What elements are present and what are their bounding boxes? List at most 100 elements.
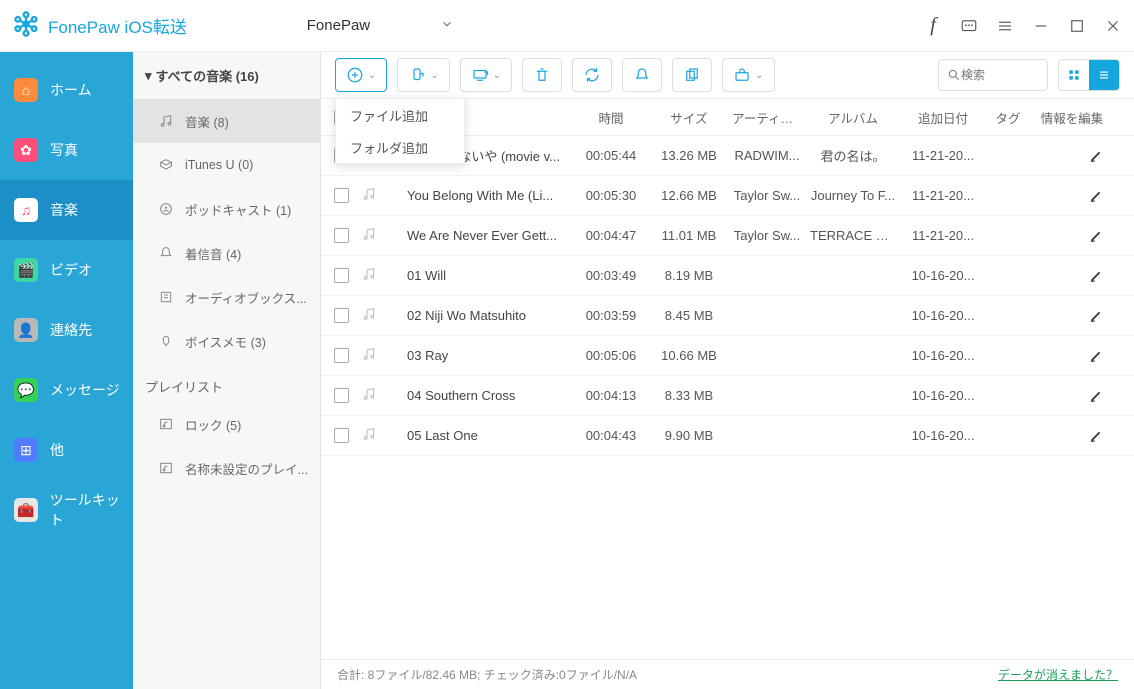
cell-time: 00:04:13: [572, 388, 650, 403]
row-checkbox[interactable]: [334, 388, 349, 403]
sub-item-label: 音楽 (8): [185, 112, 229, 131]
table-row[interactable]: 01 Will 00:03:49 8.19 MB 10-16-20...: [321, 256, 1134, 296]
subpanel-header[interactable]: ▾ すべての音楽 (16): [133, 52, 320, 99]
table-row[interactable]: We Are Never Ever Gett... 00:04:47 11.01…: [321, 216, 1134, 256]
edit-row-button[interactable]: [1030, 188, 1134, 203]
row-checkbox[interactable]: [334, 428, 349, 443]
dropdown-item-0[interactable]: ファイル追加: [336, 99, 464, 131]
sub-item-icon: [157, 112, 175, 130]
edit-row-button[interactable]: [1030, 148, 1134, 163]
refresh-button[interactable]: [572, 58, 612, 92]
cell-size: 12.66 MB: [650, 188, 728, 203]
edit-row-button[interactable]: [1030, 228, 1134, 243]
delete-button[interactable]: [522, 58, 562, 92]
sidebar-item-6[interactable]: ⊞他: [0, 420, 133, 480]
search-icon: [947, 68, 961, 82]
sidebar-item-4[interactable]: 👤連絡先: [0, 300, 133, 360]
sidebar-item-5[interactable]: 💬 メッセージ: [0, 360, 133, 420]
table-row[interactable]: 04 Southern Cross 00:04:13 8.33 MB 10-16…: [321, 376, 1134, 416]
cell-time: 00:04:43: [572, 428, 650, 443]
sidebar-item-3[interactable]: 🎬ビデオ: [0, 240, 133, 300]
cell-name: 04 Southern Cross: [407, 388, 572, 403]
header-tag[interactable]: タグ: [986, 108, 1030, 127]
add-button[interactable]: ⌄: [335, 58, 387, 92]
minimize-button[interactable]: [1032, 17, 1050, 35]
titlebar: FonePaw iOS転送 FonePaw f: [0, 0, 1134, 52]
sidebar-item-2[interactable]: ♫音楽: [0, 180, 133, 240]
sub-item-0[interactable]: 音楽 (8): [133, 99, 320, 143]
row-checkbox[interactable]: [334, 268, 349, 283]
status-summary: 合計: 8ファイル/82.46 MB; チェック済み:0ファイル/N/A: [337, 666, 637, 683]
maximize-button[interactable]: [1068, 17, 1086, 35]
dropdown-item-1[interactable]: フォルダ追加: [336, 131, 464, 163]
music-note-icon: [361, 346, 407, 365]
edit-row-button[interactable]: [1030, 308, 1134, 323]
edit-row-button[interactable]: [1030, 428, 1134, 443]
sidebar-icon: ⌂: [14, 78, 38, 102]
edit-row-button[interactable]: [1030, 388, 1134, 403]
export-pc-button[interactable]: ⌄: [460, 58, 512, 92]
toolbox-button[interactable]: ⌄: [722, 58, 774, 92]
sidebar-icon: 💬: [14, 378, 38, 402]
data-lost-link[interactable]: データが消えました？: [998, 666, 1118, 683]
sub-item-2[interactable]: ポッドキャスト (1): [133, 187, 320, 231]
sidebar-item-0[interactable]: ⌂ ホーム: [0, 60, 133, 120]
playlist-item-1[interactable]: 名称未設定のプレイ...: [133, 446, 320, 490]
header-artist[interactable]: アーティスト: [728, 108, 806, 127]
export-device-button[interactable]: ⌄: [397, 58, 449, 92]
facebook-icon[interactable]: f: [924, 17, 942, 35]
search-input[interactable]: [961, 68, 1031, 82]
header-size[interactable]: サイズ: [650, 108, 728, 127]
search-box[interactable]: [938, 59, 1048, 91]
menu-icon[interactable]: [996, 17, 1014, 35]
cell-date: 10-16-20...: [900, 428, 986, 443]
ringtone-button[interactable]: [622, 58, 662, 92]
sub-item-1[interactable]: iTunes U (0): [133, 143, 320, 187]
sidebar-icon: ✿: [14, 138, 38, 162]
sidebar-label: メッセージ: [50, 380, 120, 400]
table-row[interactable]: 02 Niji Wo Matsuhito 00:03:59 8.45 MB 10…: [321, 296, 1134, 336]
cell-artist: Taylor Sw...: [728, 228, 806, 243]
duplicate-button[interactable]: [672, 58, 712, 92]
device-selector[interactable]: FonePaw: [281, 11, 470, 40]
cell-album: Journey To F...: [806, 188, 900, 203]
music-subpanel: ▾ すべての音楽 (16) 音楽 (8) iTunes U (0)ポッドキャスト …: [133, 52, 321, 689]
sidebar-item-7[interactable]: 🧰ツールキット: [0, 480, 133, 540]
feedback-icon[interactable]: [960, 17, 978, 35]
sub-item-3[interactable]: 着信音 (4): [133, 231, 320, 275]
sub-item-label: オーディオブックス...: [185, 288, 307, 307]
cell-name: 02 Niji Wo Matsuhito: [407, 308, 572, 323]
cell-time: 00:03:59: [572, 308, 650, 323]
sub-item-label: ボイスメモ (3): [185, 332, 266, 351]
cell-size: 10.66 MB: [650, 348, 728, 363]
row-checkbox[interactable]: [334, 348, 349, 363]
header-date[interactable]: 追加日付: [900, 108, 986, 127]
table-row[interactable]: 05 Last One 00:04:43 9.90 MB 10-16-20...: [321, 416, 1134, 456]
chevron-down-icon: ⌄: [368, 70, 376, 81]
edit-row-button[interactable]: [1030, 348, 1134, 363]
edit-row-button[interactable]: [1030, 268, 1134, 283]
grid-view-button[interactable]: [1059, 60, 1089, 90]
close-button[interactable]: [1104, 17, 1122, 35]
cell-album: 君の名は。: [806, 146, 900, 165]
sub-item-4[interactable]: オーディオブックス...: [133, 275, 320, 319]
header-album[interactable]: アルバム: [806, 108, 900, 127]
cell-size: 11.01 MB: [650, 228, 728, 243]
sub-item-icon: [157, 156, 175, 174]
cell-album: TERRACE HO...: [806, 228, 900, 243]
sidebar-item-1[interactable]: ✿写真: [0, 120, 133, 180]
playlist-item-0[interactable]: ロック (5): [133, 402, 320, 446]
sub-item-label: 着信音 (4): [185, 244, 241, 263]
row-checkbox[interactable]: [334, 228, 349, 243]
header-time[interactable]: 時間: [572, 108, 650, 127]
row-checkbox[interactable]: [334, 188, 349, 203]
table-row[interactable]: You Belong With Me (Li... 00:05:30 12.66…: [321, 176, 1134, 216]
sidebar-label: ホーム: [50, 80, 92, 100]
table-row[interactable]: 03 Ray 00:05:06 10.66 MB 10-16-20...: [321, 336, 1134, 376]
sub-item-5[interactable]: ボイスメモ (3): [133, 319, 320, 363]
list-view-button[interactable]: [1089, 60, 1119, 90]
cell-time: 00:05:44: [572, 148, 650, 163]
playlist-icon: [157, 415, 175, 433]
row-checkbox[interactable]: [334, 308, 349, 323]
header-edit[interactable]: 情報を編集: [1030, 108, 1134, 127]
